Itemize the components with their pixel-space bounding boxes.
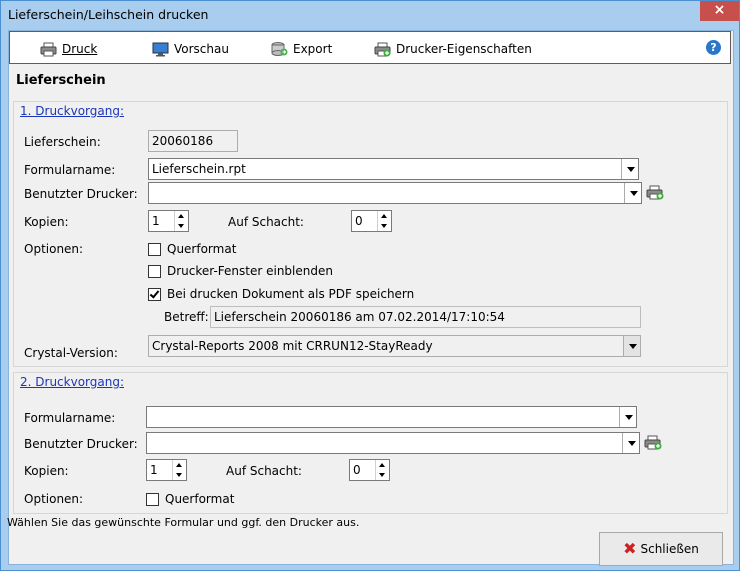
schliessen-button[interactable]: ✖ Schließen (599, 532, 723, 566)
kopien-spin[interactable] (174, 211, 188, 231)
querformat-label: Querformat (167, 242, 237, 256)
printer-properties-icon[interactable] (643, 434, 663, 452)
spin-up-icon[interactable] (378, 211, 391, 221)
kopien2-spin[interactable] (172, 460, 186, 480)
spin-up-icon[interactable] (173, 460, 186, 470)
schacht2-spin[interactable] (375, 460, 389, 480)
kopien-stepper[interactable]: 1 (148, 210, 189, 232)
group2-title[interactable]: 2. Druckvorgang: (20, 375, 124, 389)
checkbox-box[interactable] (148, 264, 161, 278)
drucker-label: Benutzter Drucker: (24, 187, 138, 201)
optionen2-label: Optionen: (24, 492, 84, 506)
druck-button[interactable]: Druck (40, 40, 97, 58)
chevron-down-icon[interactable] (624, 183, 641, 203)
window-title: Lieferschein/Leihschein drucken (8, 7, 209, 22)
drucker2-combo[interactable] (146, 432, 640, 454)
crystal-value: Crystal-Reports 2008 mit CRRUN12-StayRea… (152, 339, 433, 353)
spin-down-icon[interactable] (173, 470, 186, 480)
export-label: Export (293, 42, 333, 56)
monitor-icon (152, 42, 169, 56)
pdf-speichern-label: Bei drucken Dokument als PDF speichern (167, 287, 415, 301)
close-icon: × (713, 2, 726, 18)
drucker-fenster-label: Drucker-Fenster einblenden (167, 264, 333, 278)
spin-up-icon[interactable] (175, 211, 188, 221)
lieferschein-label: Lieferschein: (24, 135, 101, 149)
drucker2-label: Benutzter Drucker: (24, 437, 138, 451)
lieferschein-field: 20060186 (148, 130, 238, 152)
kopien2-label: Kopien: (24, 464, 69, 478)
close-icon: ✖ (623, 539, 637, 558)
crystal-combo: Crystal-Reports 2008 mit CRRUN12-StayRea… (148, 335, 641, 357)
formularname-value: Lieferschein.rpt (152, 162, 246, 176)
window-close-button[interactable]: × (700, 1, 739, 21)
formularname2-combo[interactable] (146, 406, 637, 428)
drucker-eigenschaften-button[interactable]: Drucker-Eigenschaften (374, 40, 532, 58)
group-druckvorgang-2: 2. Druckvorgang: Formularname: Benutzter… (13, 372, 728, 514)
group-druckvorgang-1: 1. Druckvorgang: Lieferschein: 20060186 … (13, 101, 728, 367)
page-title: Lieferschein (16, 73, 106, 88)
vorschau-button[interactable]: Vorschau (152, 40, 229, 58)
printer-icon (40, 42, 57, 56)
spin-up-icon[interactable] (376, 460, 389, 470)
dialog-client: Druck Vorschau Export Drucker-Eigenschaf… (7, 30, 734, 566)
schacht-stepper[interactable]: 0 (351, 210, 392, 232)
betreff-field[interactable]: Lieferschein 20060186 am 07.02.2014/17:1… (210, 306, 641, 328)
kopien2-stepper[interactable]: 1 (146, 459, 187, 481)
spin-down-icon[interactable] (175, 221, 188, 231)
betreff-label: Betreff: (164, 310, 209, 324)
checkbox-box[interactable] (146, 492, 159, 506)
chevron-down-icon[interactable] (619, 407, 636, 427)
drucker-combo[interactable] (148, 182, 642, 204)
spin-down-icon[interactable] (376, 470, 389, 480)
crystal-label: Crystal-Version: (24, 346, 118, 360)
chevron-down-icon (623, 336, 640, 356)
vorschau-label: Vorschau (174, 42, 229, 56)
group1-title[interactable]: 1. Druckvorgang: (20, 104, 124, 118)
druck-label: Druck (62, 42, 98, 56)
formularname2-label: Formularname: (24, 411, 116, 425)
pdf-speichern-checkbox[interactable]: Bei drucken Dokument als PDF speichern (148, 287, 414, 301)
checkbox-box[interactable] (148, 242, 161, 256)
export-button[interactable]: Export (271, 40, 332, 58)
querformat-checkbox[interactable]: Querformat (148, 242, 236, 256)
export-icon (271, 41, 288, 56)
schacht-label: Auf Schacht: (228, 215, 304, 229)
title-bar[interactable]: Lieferschein/Leihschein drucken × (1, 1, 739, 30)
help-icon[interactable]: ? (706, 40, 721, 55)
checkbox-checked[interactable] (148, 287, 161, 301)
kopien2-value: 1 (150, 463, 158, 477)
schliessen-label: Schließen (640, 542, 699, 556)
querformat2-label: Querformat (165, 492, 235, 506)
status-text: Wählen Sie das gewünschte Formular und g… (7, 516, 360, 529)
schacht-value: 0 (355, 214, 363, 228)
schacht2-value: 0 (353, 463, 361, 477)
schacht2-stepper[interactable]: 0 (349, 459, 390, 481)
spin-down-icon[interactable] (378, 221, 391, 231)
printer-properties-icon (374, 42, 391, 56)
schacht-spin[interactable] (377, 211, 391, 231)
schacht2-label: Auf Schacht: (226, 464, 302, 478)
drucker-eigenschaften-label: Drucker-Eigenschaften (396, 42, 532, 56)
formularname-combo[interactable]: Lieferschein.rpt (148, 158, 639, 180)
formularname-label: Formularname: (24, 163, 116, 177)
printer-properties-icon[interactable] (645, 184, 665, 202)
drucker-fenster-checkbox[interactable]: Drucker-Fenster einblenden (148, 264, 333, 278)
chevron-down-icon[interactable] (621, 159, 638, 179)
querformat2-checkbox[interactable]: Querformat (146, 492, 234, 506)
dialog-window: Lieferschein/Leihschein drucken × Druck … (0, 0, 740, 571)
chevron-down-icon[interactable] (622, 433, 639, 453)
toolbar: Druck Vorschau Export Drucker-Eigenschaf… (9, 31, 731, 64)
kopien-value: 1 (152, 214, 160, 228)
optionen-label: Optionen: (24, 242, 84, 256)
kopien-label: Kopien: (24, 215, 69, 229)
